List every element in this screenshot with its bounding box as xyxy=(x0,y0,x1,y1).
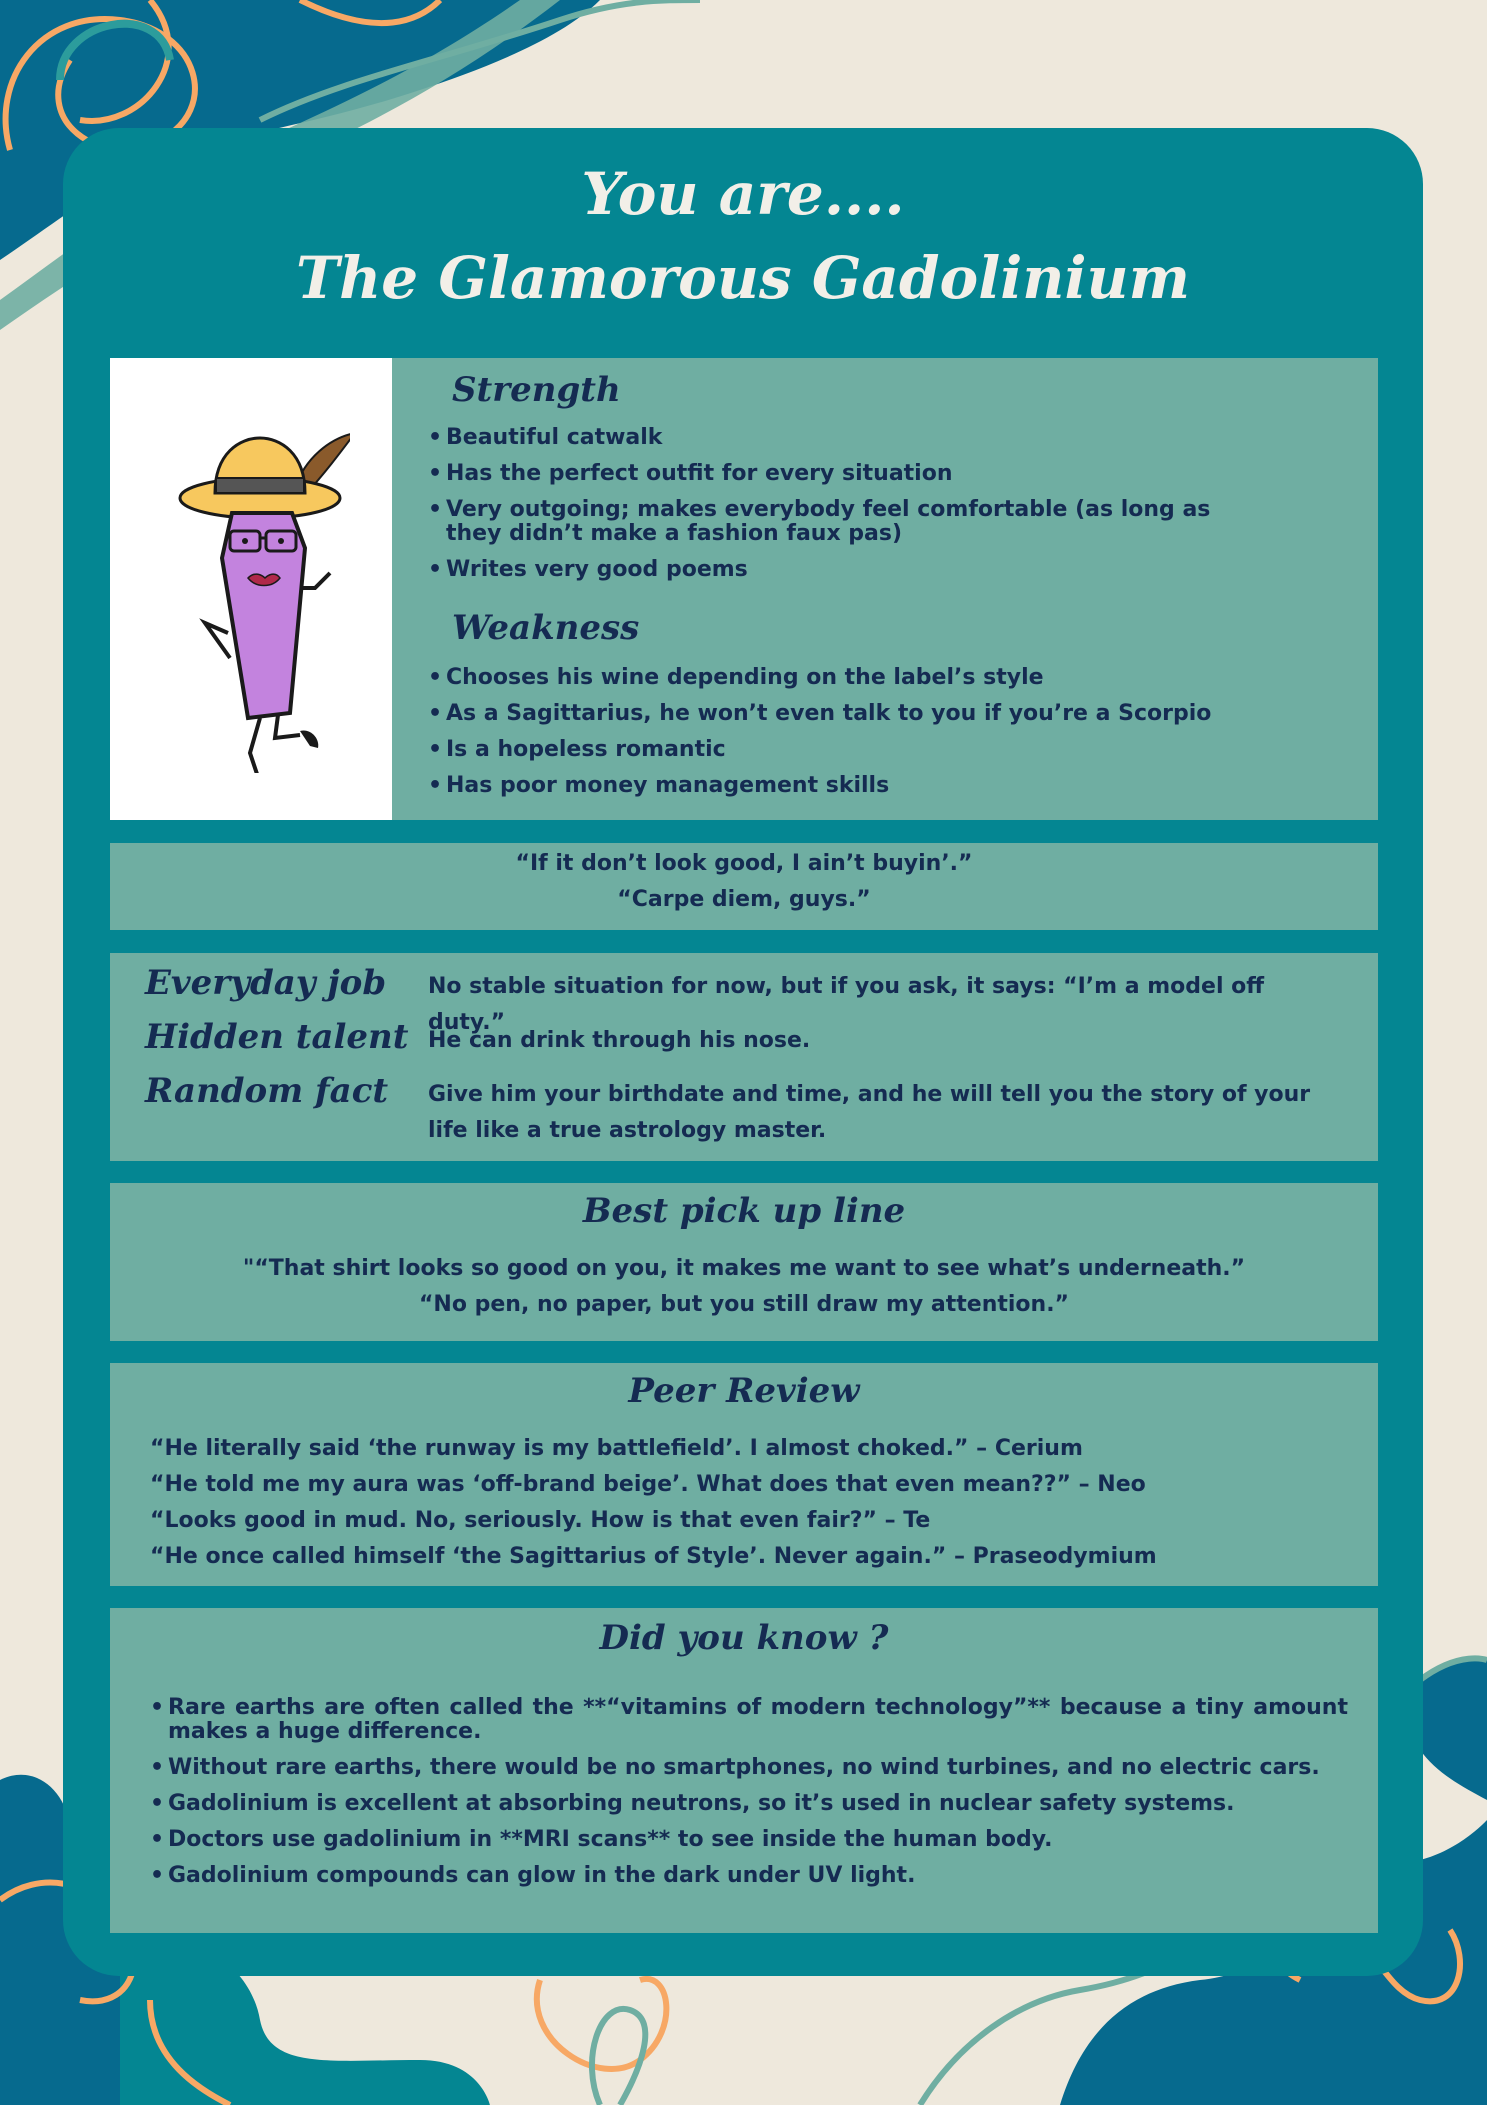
quotes-panel: “If it don’t look good, I ain’t buyin’.”… xyxy=(110,843,1378,930)
profile-panel: Everyday job No stable situation for now… xyxy=(110,953,1378,1161)
review-line: “He once called himself ‘the Sagittarius… xyxy=(150,1544,1157,1569)
quote-line: “If it don’t look good, I ain’t buyin’.” xyxy=(515,851,973,876)
profile-label-fact: Random fact xyxy=(145,1071,389,1111)
strength-heading: Strength xyxy=(452,370,621,410)
peer-review-heading: Peer Review xyxy=(628,1371,860,1411)
fact-item: Doctors use gadolinium in **MRI scans** … xyxy=(150,1828,1348,1853)
profile-label-job: Everyday job xyxy=(145,963,387,1003)
title-line-2: The Glamorous Gadolinium xyxy=(295,244,1191,312)
weakness-list: Chooses his wine depending on the label’… xyxy=(428,666,1328,810)
review-line: “He told me my aura was ‘off-brand beige… xyxy=(150,1472,1146,1497)
strength-item: Very outgoing; makes everybody feel comf… xyxy=(428,498,1228,546)
review-line: “Looks good in mud. No, seriously. How i… xyxy=(150,1508,931,1533)
pickup-heading: Best pick up line xyxy=(582,1191,906,1231)
weakness-item: Is a hopeless romantic xyxy=(428,738,1328,763)
fact-item: Without rare earths, there would be no s… xyxy=(150,1756,1348,1781)
gadolinium-character-icon xyxy=(178,433,350,773)
strength-item: Beautiful catwalk xyxy=(428,426,1228,451)
weakness-item: Chooses his wine depending on the label’… xyxy=(428,666,1328,691)
did-you-know-panel: Did you know ? Rare earths are often cal… xyxy=(110,1608,1378,1933)
quote-line: “Carpe diem, guys.” xyxy=(617,887,871,912)
weakness-item: As a Sagittarius, he won’t even talk to … xyxy=(428,702,1328,727)
fact-list: Rare earths are often called the **“vita… xyxy=(150,1696,1348,1900)
weakness-heading: Weakness xyxy=(452,608,640,648)
peer-review-panel: Peer Review “He literally said ‘the runw… xyxy=(110,1363,1378,1586)
profile-label-talent: Hidden talent xyxy=(145,1017,409,1057)
fact-item: Gadolinium compounds can glow in the dar… xyxy=(150,1864,1348,1889)
fact-item: Gadolinium is excellent at absorbing neu… xyxy=(150,1792,1348,1817)
review-line: “He literally said ‘the runway is my bat… xyxy=(150,1436,1083,1461)
pickup-line: "“That shirt looks so good on you, it ma… xyxy=(242,1256,1246,1281)
title-line-1: You are.... xyxy=(581,160,905,228)
avatar-box xyxy=(110,358,392,820)
strength-list: Beautiful catwalk Has the perfect outfit… xyxy=(428,426,1228,594)
strength-item: Writes very good poems xyxy=(428,558,1228,583)
fact-item: Rare earths are often called the **“vita… xyxy=(150,1696,1348,1744)
strength-item: Has the perfect outfit for every situati… xyxy=(428,462,1228,487)
profile-value-fact: Give him your birthdate and time, and he… xyxy=(428,1082,1311,1143)
weakness-item: Has poor money management skills xyxy=(428,774,1328,799)
pickup-line: “No pen, no paper, but you still draw my… xyxy=(418,1292,1070,1317)
traits-panel: Strength Beautiful catwalk Has the perfe… xyxy=(110,358,1378,820)
profile-value-talent: He can drink through his nose. xyxy=(428,1028,811,1053)
pickup-panel: Best pick up line "“That shirt looks so … xyxy=(110,1183,1378,1341)
did-you-know-heading: Did you know ? xyxy=(599,1618,889,1658)
